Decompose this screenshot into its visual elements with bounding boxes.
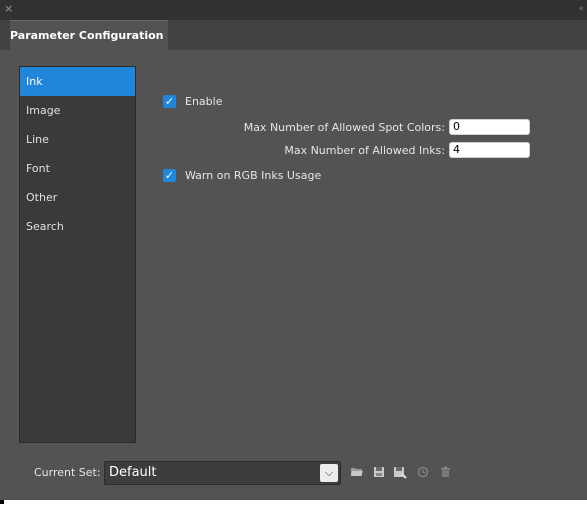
max-spot-colors-label: Max Number of Allowed Spot Colors:: [243, 120, 445, 134]
sidebar-item-image[interactable]: Image: [20, 96, 135, 125]
corner-marker: [0, 500, 4, 504]
current-set-select[interactable]: Default ⌵: [104, 461, 341, 485]
footer-bar: Current Set: Default ⌵: [0, 460, 587, 490]
sidebar-item-ink[interactable]: Ink: [20, 67, 135, 96]
folder-open-icon[interactable]: [350, 465, 364, 479]
sidebar-item-other[interactable]: Other: [20, 183, 135, 212]
tab-parameter-configuration[interactable]: Parameter Configuration: [10, 20, 168, 50]
sidebar-item-search[interactable]: Search: [20, 212, 135, 241]
chevron-down-icon[interactable]: ⌵: [320, 464, 338, 482]
collapse-icon[interactable]: «: [578, 2, 584, 16]
max-spot-colors-row: Max Number of Allowed Spot Colors: 0: [244, 118, 530, 136]
trash-icon[interactable]: [438, 465, 452, 479]
current-set-label: Current Set:: [34, 466, 101, 479]
panel-titlebar: × «: [0, 0, 587, 20]
category-sidebar: Ink Image Line Font Other Search: [19, 66, 136, 443]
parameter-configuration-panel: × « Parameter Configuration Ink Image Li…: [0, 0, 587, 500]
close-icon[interactable]: ×: [4, 2, 13, 16]
enable-label: Enable: [185, 94, 223, 108]
sidebar-item-line[interactable]: Line: [20, 125, 135, 154]
max-spot-colors-input[interactable]: 0: [449, 119, 530, 135]
history-icon[interactable]: [416, 465, 430, 479]
save-as-icon[interactable]: [393, 465, 407, 479]
warn-rgb-row: ✓ Warn on RGB Inks Usage: [163, 167, 321, 183]
enable-row: ✓ Enable: [163, 93, 222, 109]
enable-checkbox[interactable]: ✓: [163, 94, 176, 108]
sidebar-item-font[interactable]: Font: [20, 154, 135, 183]
save-icon[interactable]: [372, 465, 386, 479]
tab-bar: Parameter Configuration: [0, 20, 587, 50]
warn-rgb-checkbox[interactable]: ✓: [163, 168, 176, 182]
max-inks-input[interactable]: 4: [449, 142, 530, 158]
max-inks-row: Max Number of Allowed Inks: 4: [284, 141, 530, 159]
current-set-value: Default: [109, 465, 157, 480]
max-inks-label: Max Number of Allowed Inks:: [284, 143, 445, 157]
warn-rgb-label: Warn on RGB Inks Usage: [185, 168, 322, 182]
